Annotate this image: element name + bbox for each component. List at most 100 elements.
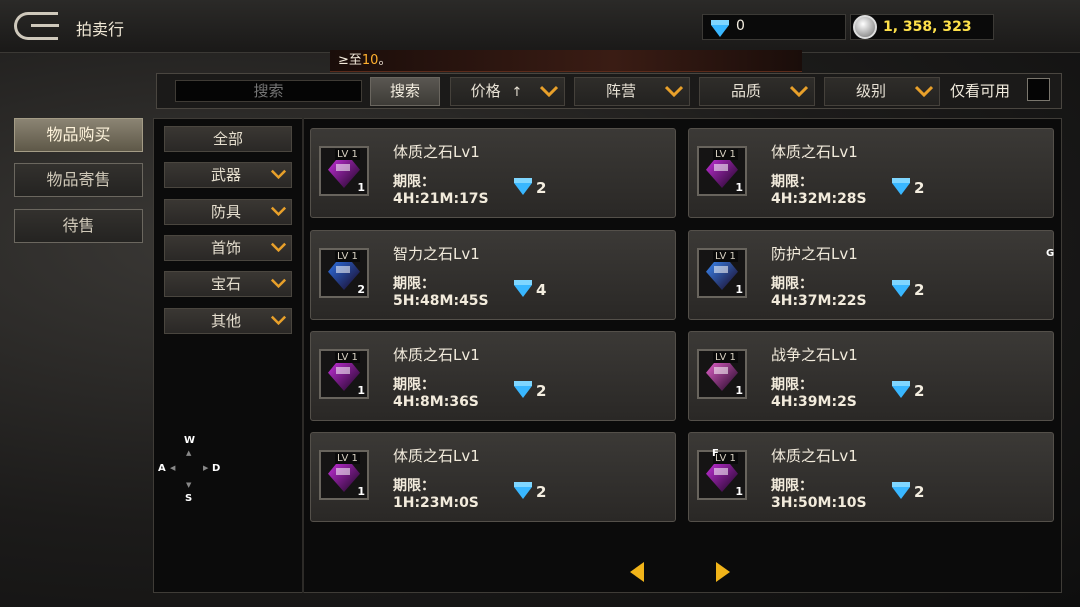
item-icon-slot: LV 11: [319, 349, 369, 399]
item-quantity: 2: [357, 283, 365, 296]
category-all[interactable]: 全部: [164, 126, 292, 152]
expiry-time: 4H:32M:28S: [771, 191, 867, 207]
quality-dropdown[interactable]: 品质: [699, 77, 815, 106]
expiry-time: 4H:37M:22S: [771, 293, 867, 309]
category-divider: [302, 118, 304, 593]
chevron-down-icon: [271, 206, 286, 216]
gem-icon: [328, 464, 360, 492]
price-sort-dropdown[interactable]: 价格 ↑: [450, 77, 565, 106]
back-arrow-icon[interactable]: [14, 12, 59, 40]
item-name: 体质之石Lv1: [393, 447, 480, 465]
tab-buy-items[interactable]: 物品购买: [14, 118, 143, 152]
item-card[interactable]: LV 1 1 体质之石Lv1 期限： 3H:50M:10S 2: [688, 432, 1054, 522]
item-quantity: 1: [735, 384, 743, 397]
category-jewelry[interactable]: 首饰: [164, 235, 292, 261]
item-name: 战争之石Lv1: [771, 346, 858, 364]
price-value: 2: [536, 179, 547, 197]
silver-balance: 1, 358, 323: [850, 14, 994, 40]
item-name: 体质之石Lv1: [771, 447, 858, 465]
expiry-label: 期限：: [771, 377, 813, 393]
expiry-label: 期限：: [771, 276, 813, 292]
item-icon-slot: LV 1 1: [697, 248, 747, 298]
expiry-label: 期限：: [771, 478, 813, 494]
silver-coin-icon: [853, 15, 877, 39]
price-value: 2: [536, 483, 547, 501]
category-weapons[interactable]: 武器: [164, 162, 292, 188]
level-label: 级别: [855, 82, 886, 100]
item-card[interactable]: LV 1 1 防护之石Lv1 期限： 4H:37M:22S 2: [688, 230, 1054, 320]
category-armor[interactable]: 防具: [164, 199, 292, 225]
item-name: 体质之石Lv1: [393, 346, 480, 364]
faction-dropdown[interactable]: 阵营: [574, 77, 690, 106]
item-icon-slot: LV 1 2: [319, 248, 369, 298]
item-quantity: 1: [357, 485, 365, 498]
item-level-tag: LV 1: [713, 251, 738, 262]
diamond-amount: 0: [736, 18, 745, 34]
price-value: 2: [914, 382, 925, 400]
dpad-down-icon: ▼: [186, 481, 192, 489]
silver-amount: 1, 358, 323: [883, 19, 972, 35]
prev-page-arrow-icon[interactable]: [630, 562, 644, 582]
category-other[interactable]: 其他: [164, 308, 292, 334]
diamond-balance: 0: [702, 14, 846, 40]
item-quantity: 1: [357, 384, 365, 397]
gem-icon: [328, 363, 360, 391]
item-card[interactable]: LV 1 1 战争之石Lv1 期限： 4H:39M:2S 2: [688, 331, 1054, 421]
key-hint-s: S: [185, 493, 193, 504]
key-hint-g: G: [1046, 248, 1055, 259]
category-gems[interactable]: 宝石: [164, 271, 292, 297]
tab-pending-sale[interactable]: 待售: [14, 209, 143, 243]
only-available-checkbox[interactable]: [1027, 78, 1050, 101]
item-level-tag: LV 1: [335, 149, 360, 160]
item-card[interactable]: LV 1 1 体质之石Lv1 期限： 1H:23M:0S 2: [310, 432, 676, 522]
expiry-time: 4H:39M:2S: [771, 394, 857, 410]
expiry-label: 期限：: [393, 276, 435, 292]
item-card[interactable]: LV 1 1 体质之石Lv1 期限： 4H:32M:28S 2: [688, 128, 1054, 218]
item-name: 智力之石Lv1: [393, 245, 480, 263]
gem-icon: [328, 160, 360, 188]
price-value: 2: [914, 281, 925, 299]
item-quantity: 1: [735, 181, 743, 194]
category-label: 首饰: [211, 239, 242, 257]
search-input[interactable]: [175, 80, 362, 102]
item-level-tag: LV 1: [713, 352, 738, 363]
item-card[interactable]: LV 1 1 体质之石Lv1 期限： 4H:21M:17S 2: [310, 128, 676, 218]
notice-text: ≥至: [338, 53, 362, 68]
tab-consign-items[interactable]: 物品寄售: [14, 163, 143, 197]
item-name: 防护之石Lv1: [771, 245, 858, 263]
item-icon-slot: LV 11: [697, 450, 747, 500]
category-label: 宝石: [211, 275, 242, 293]
diamond-icon: [892, 280, 910, 297]
key-hint-f: F: [712, 448, 719, 459]
expiry-time: 4H:21M:17S: [393, 191, 489, 207]
gem-icon: [706, 262, 738, 290]
expiry-time: 1H:23M:0S: [393, 495, 479, 511]
chevron-down-icon: [271, 242, 286, 252]
item-quantity: 1: [735, 485, 743, 498]
gem-icon: [706, 363, 738, 391]
notice-value: 10: [361, 53, 379, 68]
search-button[interactable]: 搜索: [370, 77, 440, 106]
expiry-time: 3H:50M:10S: [771, 495, 867, 511]
dpad-right-icon: ▶: [203, 464, 209, 472]
price-value: 2: [536, 382, 547, 400]
chevron-down-icon: [271, 169, 286, 179]
page-title: 拍卖行: [76, 20, 125, 39]
item-price: 2: [892, 178, 925, 197]
item-price: 2: [514, 178, 547, 197]
chevron-down-icon: [665, 85, 683, 97]
category-label: 其他: [211, 312, 242, 330]
item-card[interactable]: LV 1 1 体质之石Lv1 期限： 4H:8M:36S 2: [310, 331, 676, 421]
item-price: 2: [892, 280, 925, 299]
faction-label: 阵营: [605, 82, 636, 100]
notice-suffix: 。: [378, 53, 392, 68]
price-value: 2: [914, 179, 925, 197]
item-quantity: 1: [735, 283, 743, 296]
level-dropdown[interactable]: 级别: [824, 77, 940, 106]
item-card[interactable]: LV 1 2 智力之石Lv1 期限： 5H:48M:45S 4: [310, 230, 676, 320]
item-price: 2: [514, 381, 547, 400]
price-label: 价格: [470, 82, 501, 100]
next-page-arrow-icon[interactable]: [716, 562, 730, 582]
gem-icon: [328, 262, 360, 290]
chevron-down-icon: [915, 85, 933, 97]
